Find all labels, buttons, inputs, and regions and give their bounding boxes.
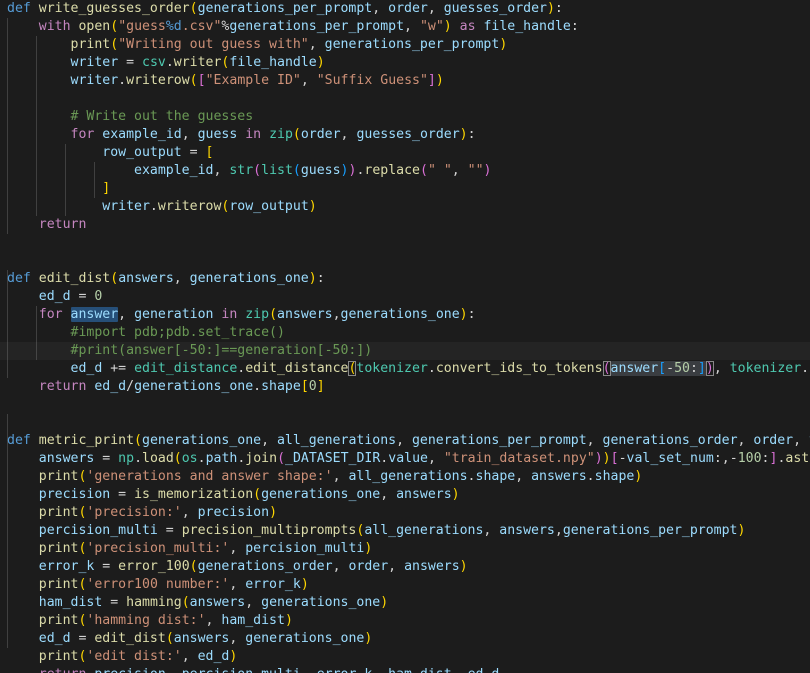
code-line[interactable]: print('edit dist:', ed_d) [0, 648, 810, 666]
code-line[interactable]: with open("guess%d.csv"%generations_per_… [0, 18, 810, 36]
code-line[interactable] [0, 252, 810, 270]
code-line[interactable]: answers = np.load(os.path.join(_DATASET_… [0, 450, 810, 468]
code-line[interactable]: print('precision:', precision) [0, 504, 810, 522]
code-line[interactable]: precision = is_memorization(generations_… [0, 486, 810, 504]
code-line[interactable]: for answer, generation in zip(answers,ge… [0, 306, 810, 324]
code-line[interactable]: print('hamming dist:', ham_dist) [0, 612, 810, 630]
code-line[interactable]: def edit_dist(answers, generations_one): [0, 270, 810, 288]
bracket-match-open-inner: ( [602, 361, 611, 376]
code-line[interactable]: return precision, percision_multi, error… [0, 666, 810, 673]
code-line[interactable]: error_k = error_100(generations_order, o… [0, 558, 810, 576]
code-line[interactable]: ed_d = 0 [0, 288, 810, 306]
code-line[interactable]: return [0, 216, 810, 234]
code-line[interactable]: #import pdb;pdb.set_trace() [0, 324, 810, 342]
code-line[interactable]: ] [0, 180, 810, 198]
code-line[interactable]: ed_d = edit_dist(answers, generations_on… [0, 630, 810, 648]
code-line[interactable]: ed_d += edit_distance.edit_distance(toke… [0, 360, 810, 378]
code-line[interactable]: def metric_print(generations_one, all_ge… [0, 432, 810, 450]
code-line[interactable]: print('generations and answer shape:', a… [0, 468, 810, 486]
code-line[interactable]: ham_dist = hamming(answers, generations_… [0, 594, 810, 612]
code-line[interactable]: writer = csv.writer(file_handle) [0, 54, 810, 72]
word-occurrence[interactable]: answer[-50:] [610, 361, 706, 376]
bracket-match-close-inner: ) [705, 361, 714, 376]
code-line[interactable]: return ed_d/generations_one.shape[0] [0, 378, 810, 396]
code-line[interactable] [0, 396, 810, 414]
code-line[interactable]: print('error100 number:', error_k) [0, 576, 810, 594]
code-line[interactable]: print('precision_multi:', percision_mult… [0, 540, 810, 558]
code-line[interactable]: for example_id, guess in zip(order, gues… [0, 126, 810, 144]
code-line[interactable] [0, 234, 810, 252]
code-line[interactable]: def write_guesses_order(generations_per_… [0, 0, 810, 18]
code-editor-pane[interactable]: def write_guesses_order(generations_per_… [0, 0, 810, 673]
code-line[interactable]: # Write out the guesses [0, 108, 810, 126]
code-line[interactable]: row_output = [ [0, 144, 810, 162]
code-line[interactable]: percision_multi = precision_multiprompts… [0, 522, 810, 540]
code-content[interactable]: def write_guesses_order(generations_per_… [0, 0, 810, 673]
code-line[interactable]: writer.writerow(row_output) [0, 198, 810, 216]
code-line[interactable]: print("Writing out guess with", generati… [0, 36, 810, 54]
code-line[interactable] [0, 90, 810, 108]
code-line[interactable] [0, 414, 810, 432]
code-line[interactable]: #print(answer[-50:]==generation[-50:]) [0, 342, 810, 360]
code-line[interactable]: example_id, str(list(guess)).replace(" "… [0, 162, 810, 180]
code-line[interactable]: writer.writerow(["Example ID", "Suffix G… [0, 72, 810, 90]
selected-word[interactable]: answer [70, 307, 119, 322]
